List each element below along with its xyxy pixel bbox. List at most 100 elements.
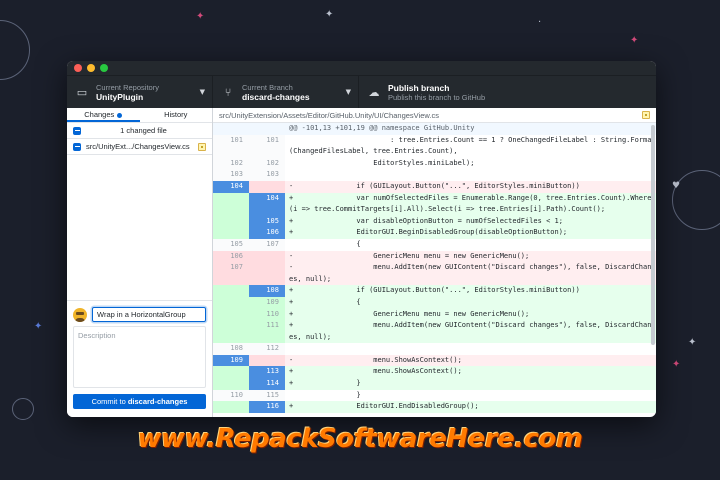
new-line-number[interactable]: 102 <box>249 157 285 170</box>
tab-history[interactable]: History <box>140 108 213 122</box>
new-line-number[interactable]: 109 <box>249 296 285 309</box>
close-window-button[interactable] <box>74 64 82 72</box>
diff-line[interactable]: 113 + menu.ShowAsContext(); <box>213 366 656 379</box>
repository-name: UnityPlugin <box>96 91 144 102</box>
old-line-number[interactable]: 110 <box>213 389 249 402</box>
new-line-number[interactable]: 105 <box>249 215 285 228</box>
old-line-number[interactable] <box>213 320 249 344</box>
old-line-number[interactable]: 106 <box>213 250 249 263</box>
new-line-number[interactable]: 114 <box>249 378 285 390</box>
old-line-number[interactable] <box>213 366 249 379</box>
new-line-number[interactable]: 107 <box>249 238 285 251</box>
new-line-number[interactable]: 104 <box>249 192 285 216</box>
diff-line-code: + { <box>285 296 656 309</box>
zoom-window-button[interactable] <box>100 64 108 72</box>
diff-line-code <box>285 169 656 181</box>
branch-selector[interactable]: ⑂ Current Branch discard-changes ▼ <box>213 76 359 108</box>
changed-files-count: 1 changed file <box>120 126 167 135</box>
diff-line[interactable]: 101 101 : tree.Entries.Count == 1 ? OneCh… <box>213 134 656 158</box>
old-line-number[interactable] <box>213 227 249 239</box>
old-line-number[interactable]: 109 <box>213 354 249 367</box>
diff-line[interactable]: 110 115 } <box>213 389 656 402</box>
new-line-number[interactable] <box>249 262 285 286</box>
diff-line[interactable]: 109 - menu.ShowAsContext(); <box>213 354 656 367</box>
select-all-checkbox[interactable] <box>73 126 81 135</box>
diff-line[interactable]: 108 112 <box>213 343 656 355</box>
new-line-number[interactable]: 116 <box>249 401 285 413</box>
old-line-number[interactable]: 102 <box>213 157 249 170</box>
toolbar: ▭ Current Repository UnityPlugin ▼ ⑂ Cur… <box>67 75 656 108</box>
tab-changes[interactable]: Changes <box>67 108 140 122</box>
new-line-number[interactable]: 112 <box>249 343 285 355</box>
diff-line-code: - GenericMenu menu = new GenericMenu(); <box>285 250 656 263</box>
new-line-number[interactable]: 110 <box>249 308 285 321</box>
diff-line[interactable]: 105 107 { <box>213 238 656 251</box>
diff-line[interactable]: 106 + EditorGUI.BeginDisabledGroup(disabl… <box>213 227 656 239</box>
tab-label: History <box>164 110 188 119</box>
old-line-number[interactable]: 103 <box>213 169 249 181</box>
diff-content: @@ -101,13 +101,19 @@ namespace GitHub.U… <box>213 123 656 413</box>
sidebar: Changes History 1 changed file src/Unity… <box>67 108 213 417</box>
minimize-window-button[interactable] <box>87 64 95 72</box>
diff-line[interactable]: 104 + var numOfSelectedFiles = Enumerable… <box>213 192 656 216</box>
new-line-number[interactable]: 103 <box>249 169 285 181</box>
diff-line-code: + var disableOptionButton = numOfSelecte… <box>285 215 656 228</box>
diff-line[interactable]: 111 + menu.AddItem(new GUIContent("Discar… <box>213 320 656 344</box>
commit-summary-input[interactable]: Wrap in a HorizontalGroup <box>92 307 206 322</box>
old-line-number[interactable] <box>213 285 249 297</box>
list-item[interactable]: src/UnityExt.../ChangesView.cs <box>67 139 212 155</box>
new-line-number[interactable] <box>249 250 285 263</box>
new-line-number[interactable]: 106 <box>249 227 285 239</box>
new-line-number[interactable] <box>249 123 285 135</box>
diff-line[interactable]: 109 + { <box>213 296 656 309</box>
new-line-number[interactable]: 115 <box>249 389 285 402</box>
old-line-number[interactable]: 101 <box>213 134 249 158</box>
diff-line[interactable]: 104 - if (GUILayout.Button("...", EditorS… <box>213 180 656 193</box>
commit-button[interactable]: Commit to discard-changes <box>73 394 206 409</box>
old-line-number[interactable] <box>213 296 249 309</box>
old-line-number[interactable]: 107 <box>213 262 249 286</box>
old-line-number[interactable] <box>213 123 249 135</box>
new-line-number[interactable]: 113 <box>249 366 285 379</box>
new-line-number[interactable] <box>249 354 285 367</box>
new-line-number[interactable] <box>249 180 285 193</box>
diff-line-code: + var numOfSelectedFiles = Enumerable.Ra… <box>285 192 656 216</box>
old-line-number[interactable] <box>213 192 249 216</box>
diff-path-text: src/UnityExtension/Assets/Editor/GitHub.… <box>219 111 439 120</box>
new-line-number[interactable]: 111 <box>249 320 285 344</box>
old-line-number[interactable] <box>213 308 249 321</box>
old-line-number[interactable] <box>213 401 249 413</box>
diff-line[interactable]: @@ -101,13 +101,19 @@ namespace GitHub.U… <box>213 123 656 135</box>
old-line-number[interactable]: 104 <box>213 180 249 193</box>
diff-line[interactable]: 107 - menu.AddItem(new GUIContent("Discar… <box>213 262 656 286</box>
diff-line-code: + menu.AddItem(new GUIContent("Discard c… <box>285 320 656 344</box>
main-area: Changes History 1 changed file src/Unity… <box>67 108 656 417</box>
diff-line-code: } <box>289 390 361 399</box>
diff-line[interactable]: 103 103 <box>213 169 656 181</box>
branch-label: Current Branch <box>242 82 293 92</box>
diff-line-code: : tree.Entries.Count == 1 ? OneChangedFi… <box>289 135 656 156</box>
repository-selector[interactable]: ▭ Current Repository UnityPlugin ▼ <box>67 76 213 108</box>
diff-line[interactable]: 108 + if (GUILayout.Button("...", EditorS… <box>213 285 656 297</box>
diff-line-code: + EditorGUI.EndDisabledGroup(); <box>285 401 656 413</box>
old-line-number[interactable]: 105 <box>213 238 249 251</box>
diff-line[interactable]: 102 102 EditorStyles.miniLabel); <box>213 157 656 170</box>
old-line-number[interactable] <box>213 215 249 228</box>
commit-description-input[interactable]: Description <box>73 326 206 388</box>
app-window: ▭ Current Repository UnityPlugin ▼ ⑂ Cur… <box>67 61 656 417</box>
planet-decoration <box>0 20 30 80</box>
file-checkbox[interactable] <box>73 142 81 151</box>
diff-line[interactable]: 105 + var disableOptionButton = numOfSele… <box>213 215 656 228</box>
diff-line-code: - if (GUILayout.Button("...", EditorStyl… <box>285 180 656 193</box>
diff-scrollbar[interactable] <box>651 125 655 345</box>
new-line-number[interactable]: 108 <box>249 285 285 297</box>
old-line-number[interactable] <box>213 378 249 390</box>
diff-line[interactable]: 106 - GenericMenu menu = new GenericMenu(… <box>213 250 656 263</box>
diff-line[interactable]: 116 + EditorGUI.EndDisabledGroup(); <box>213 401 656 413</box>
diff-line[interactable]: 110 + GenericMenu menu = new GenericMenu(… <box>213 308 656 321</box>
file-name: src/UnityExt.../ChangesView.cs <box>86 142 190 151</box>
new-line-number[interactable]: 101 <box>249 134 285 158</box>
diff-line[interactable]: 114 + } <box>213 378 656 390</box>
publish-branch-button[interactable]: ☁ Publish branch Publish this branch to … <box>359 76 519 108</box>
old-line-number[interactable]: 108 <box>213 343 249 355</box>
